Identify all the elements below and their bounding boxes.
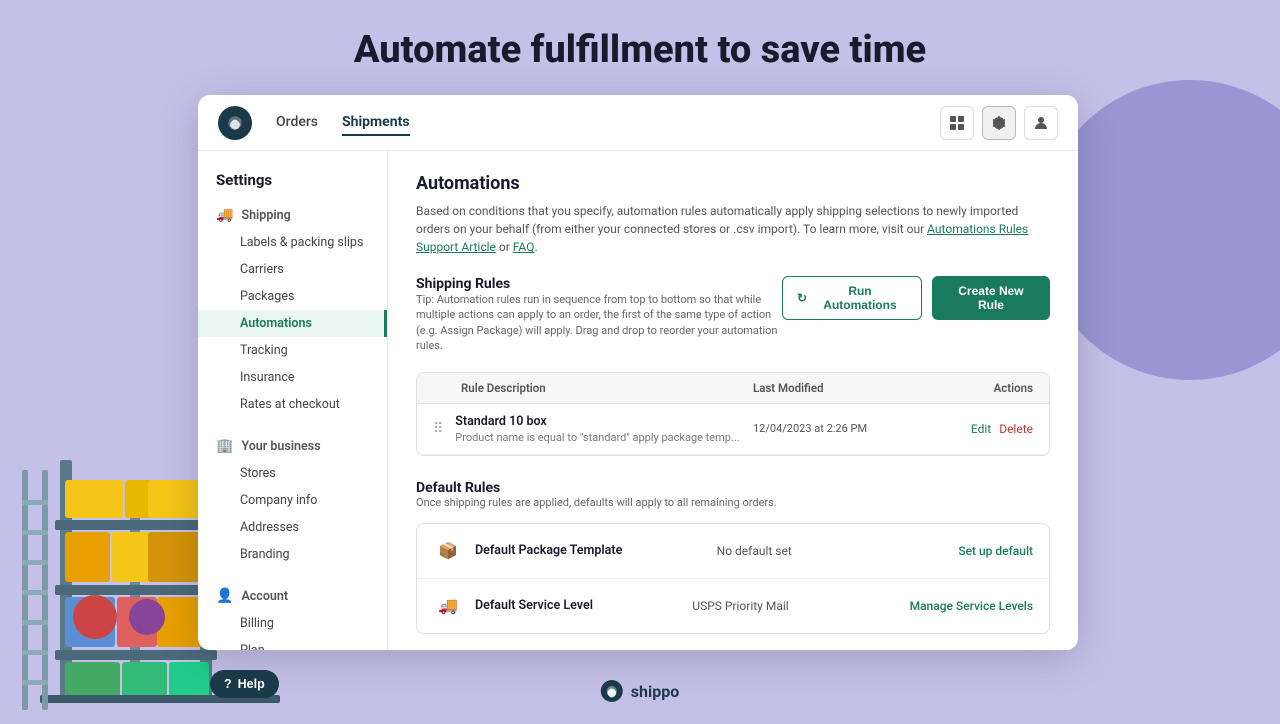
default-package-value: No default set [717, 544, 959, 558]
hero-title: Automate fulfillment to save time [0, 28, 1280, 72]
rule-subtitle: Product name is equal to "standard" appl… [455, 431, 753, 444]
create-new-rule-button[interactable]: Create New Rule [932, 276, 1050, 320]
app-logo [218, 106, 252, 140]
drag-handle-icon[interactable]: ⠿ [433, 421, 443, 437]
shippo-footer: shippo [601, 680, 679, 702]
shipping-rules-buttons: ↻ Run Automations Create New Rule [782, 276, 1050, 320]
content-area: Automations Based on conditions that you… [388, 151, 1078, 650]
shippo-footer-logo [601, 680, 623, 702]
edit-rule-link[interactable]: Edit [971, 422, 991, 436]
th-last-modified: Last Modified [753, 381, 933, 395]
default-rules-description: Once shipping rules are applied, default… [416, 496, 1050, 509]
rule-actions: Edit Delete [933, 422, 1033, 436]
shippo-brand-name: shippo [631, 682, 679, 701]
sidebar-section-header-account: 👤 Account [198, 582, 387, 610]
nav-orders[interactable]: Orders [276, 110, 318, 136]
shipping-rules-title: Shipping Rules [416, 276, 782, 292]
delete-rule-link[interactable]: Delete [999, 422, 1033, 436]
sidebar-section-account: 👤 Account Billing Plan Profile Users [198, 582, 387, 650]
business-icon: 🏢 [216, 438, 233, 454]
nav-shipments[interactable]: Shipments [342, 110, 410, 136]
service-icon: 🚚 [433, 591, 463, 621]
default-rules-table: 📦 Default Package Template No default se… [416, 523, 1050, 634]
help-button[interactable]: ? Help [210, 670, 279, 698]
default-service-label: Default Service Level [475, 598, 692, 613]
default-rules-section: Default Rules Once shipping rules are ap… [416, 480, 1050, 634]
package-icon: 📦 [433, 536, 463, 566]
account-section-label: Account [241, 589, 288, 604]
main-layout: Settings 🚚 Shipping Labels & packing sli… [198, 151, 1078, 650]
run-automations-label: Run Automations [813, 284, 907, 312]
sidebar-item-packages[interactable]: Packages [198, 283, 387, 310]
account-button[interactable] [1024, 106, 1058, 140]
sidebar-section-shipping: 🚚 Shipping Labels & packing slips Carrie… [198, 201, 387, 418]
default-row-service: 🚚 Default Service Level USPS Priority Ma… [417, 579, 1049, 633]
default-service-value: USPS Priority Mail [692, 599, 909, 613]
sidebar-item-automations[interactable]: Automations [198, 310, 387, 337]
account-section-icon: 👤 [216, 588, 233, 604]
shipping-section-label: Shipping [241, 208, 290, 223]
shipping-rules-left: Shipping Rules Tip: Automation rules run… [416, 276, 782, 368]
default-rules-title: Default Rules [416, 480, 1050, 496]
sidebar-item-insurance[interactable]: Insurance [198, 364, 387, 391]
app-window: Orders Shipments [198, 95, 1078, 650]
sidebar-heading: Settings [198, 171, 387, 201]
sidebar-section-business: 🏢 Your business Stores Company info Addr… [198, 432, 387, 568]
sidebar-item-rates[interactable]: Rates at checkout [198, 391, 387, 418]
rules-table: Rule Description Last Modified Actions ⠿… [416, 372, 1050, 456]
rule-last-modified: 12/04/2023 at 2:26 PM [753, 422, 933, 435]
table-header: Rule Description Last Modified Actions [417, 373, 1049, 404]
sidebar-section-header-business: 🏢 Your business [198, 432, 387, 460]
help-label: Help [238, 677, 265, 691]
description-or: or [499, 240, 513, 254]
sidebar-section-header-shipping: 🚚 Shipping [198, 201, 387, 229]
sidebar-item-billing[interactable]: Billing [198, 610, 387, 637]
default-row-package: 📦 Default Package Template No default se… [417, 524, 1049, 579]
rule-title: Standard 10 box [455, 414, 753, 429]
page-title: Automations [416, 173, 1050, 194]
sidebar: Settings 🚚 Shipping Labels & packing sli… [198, 151, 388, 650]
create-rule-label: Create New Rule [946, 284, 1036, 312]
sidebar-item-stores[interactable]: Stores [198, 460, 387, 487]
th-description: Rule Description [433, 381, 753, 395]
grid-view-button[interactable] [940, 106, 974, 140]
shipping-rules-section: Shipping Rules Tip: Automation rules run… [416, 276, 1050, 456]
nav-links: Orders Shipments [276, 110, 940, 136]
set-up-default-link[interactable]: Set up default [958, 544, 1033, 558]
sidebar-item-tracking[interactable]: Tracking [198, 337, 387, 364]
default-package-label: Default Package Template [475, 543, 717, 558]
shipping-rules-tip: Tip: Automation rules run in sequence fr… [416, 292, 782, 354]
row-description: Standard 10 box Product name is equal to… [455, 414, 753, 444]
shipping-icon: 🚚 [216, 207, 233, 223]
top-nav: Orders Shipments [198, 95, 1078, 151]
th-actions: Actions [933, 381, 1033, 395]
settings-button[interactable] [982, 106, 1016, 140]
help-icon: ? [224, 677, 232, 691]
refresh-icon: ↻ [797, 291, 807, 305]
faq-link[interactable]: FAQ [513, 240, 535, 254]
manage-service-levels-link[interactable]: Manage Service Levels [910, 599, 1033, 613]
shipping-rules-header-row: Shipping Rules Tip: Automation rules run… [416, 276, 1050, 368]
table-row: ⠿ Standard 10 box Product name is equal … [417, 404, 1049, 455]
sidebar-item-carriers[interactable]: Carriers [198, 256, 387, 283]
sidebar-item-plan[interactable]: Plan [198, 637, 387, 650]
page-description: Based on conditions that you specify, au… [416, 202, 1050, 256]
business-section-label: Your business [241, 439, 320, 454]
run-automations-button[interactable]: ↻ Run Automations [782, 276, 922, 320]
nav-actions [940, 106, 1058, 140]
sidebar-item-branding[interactable]: Branding [198, 541, 387, 568]
sidebar-item-addresses[interactable]: Addresses [198, 514, 387, 541]
sidebar-item-labels[interactable]: Labels & packing slips [198, 229, 387, 256]
sidebar-item-company[interactable]: Company info [198, 487, 387, 514]
